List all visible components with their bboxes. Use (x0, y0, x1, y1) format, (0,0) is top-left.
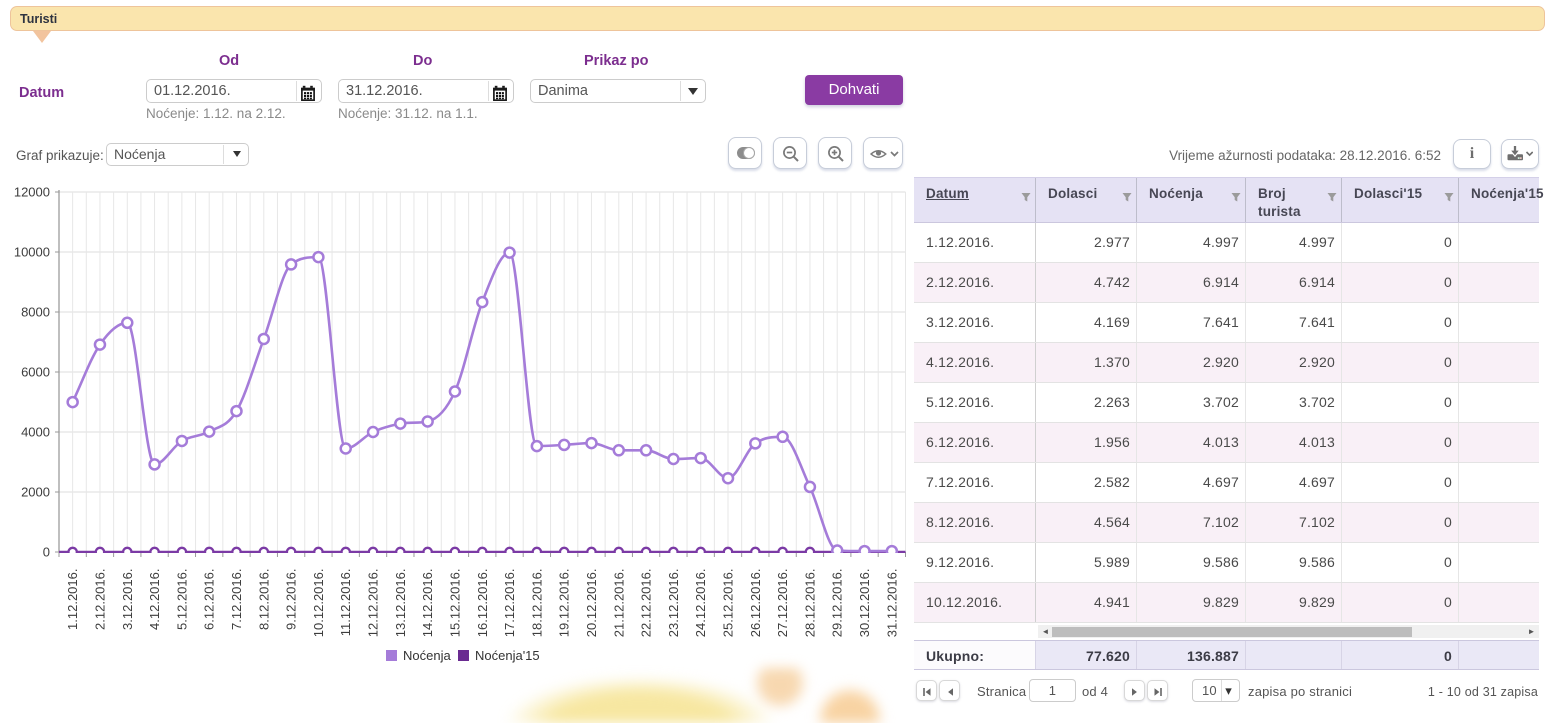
svg-text:3.12.2016.: 3.12.2016. (120, 569, 135, 630)
svg-text:19.12.2016.: 19.12.2016. (557, 569, 572, 638)
svg-text:12000: 12000 (14, 185, 50, 200)
svg-text:29.12.2016.: 29.12.2016. (830, 569, 845, 638)
svg-text:24.12.2016.: 24.12.2016. (693, 569, 708, 638)
svg-text:12.12.2016.: 12.12.2016. (366, 569, 381, 638)
svg-text:4000: 4000 (21, 425, 50, 440)
svg-text:8000: 8000 (21, 305, 50, 320)
svg-text:17.12.2016.: 17.12.2016. (502, 569, 517, 638)
svg-text:Noćenja: Noćenja (403, 648, 451, 663)
svg-text:10.12.2016.: 10.12.2016. (311, 569, 326, 638)
svg-text:25.12.2016.: 25.12.2016. (721, 569, 736, 638)
svg-text:5.12.2016.: 5.12.2016. (174, 569, 189, 630)
svg-text:4.12.2016.: 4.12.2016. (147, 569, 162, 630)
svg-text:18.12.2016.: 18.12.2016. (529, 569, 544, 638)
svg-text:26.12.2016.: 26.12.2016. (748, 569, 763, 638)
svg-text:30.12.2016.: 30.12.2016. (857, 569, 872, 638)
svg-text:6000: 6000 (21, 365, 50, 380)
svg-text:22.12.2016.: 22.12.2016. (639, 569, 654, 638)
svg-text:31.12.2016.: 31.12.2016. (884, 569, 899, 638)
svg-text:27.12.2016.: 27.12.2016. (775, 569, 790, 638)
svg-text:0: 0 (43, 545, 50, 560)
svg-text:Noćenja'15: Noćenja'15 (475, 648, 540, 663)
svg-text:14.12.2016.: 14.12.2016. (420, 569, 435, 638)
svg-text:16.12.2016.: 16.12.2016. (475, 569, 490, 638)
svg-text:10000: 10000 (14, 245, 50, 260)
svg-text:21.12.2016.: 21.12.2016. (611, 569, 626, 638)
svg-text:2.12.2016.: 2.12.2016. (92, 569, 107, 630)
svg-text:15.12.2016.: 15.12.2016. (447, 569, 462, 638)
svg-text:28.12.2016.: 28.12.2016. (802, 569, 817, 638)
svg-text:6.12.2016.: 6.12.2016. (202, 569, 217, 630)
svg-text:8.12.2016.: 8.12.2016. (256, 569, 271, 630)
svg-text:13.12.2016.: 13.12.2016. (393, 569, 408, 638)
svg-text:7.12.2016.: 7.12.2016. (229, 569, 244, 630)
svg-text:9.12.2016.: 9.12.2016. (284, 569, 299, 630)
svg-text:1.12.2016.: 1.12.2016. (65, 569, 80, 630)
svg-text:23.12.2016.: 23.12.2016. (666, 569, 681, 638)
svg-text:20.12.2016.: 20.12.2016. (584, 569, 599, 638)
svg-text:11.12.2016.: 11.12.2016. (338, 569, 353, 637)
svg-text:2000: 2000 (21, 485, 50, 500)
